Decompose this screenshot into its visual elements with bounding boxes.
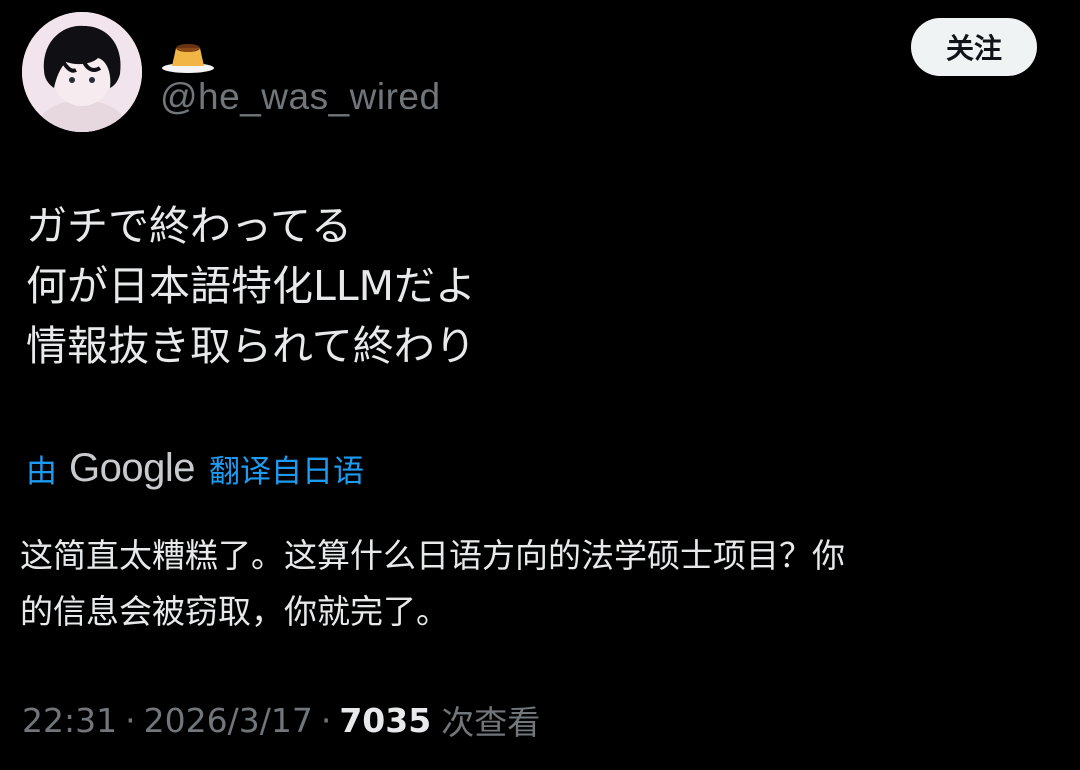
author-handle[interactable]: @he_was_wired — [160, 74, 441, 120]
translation-attribution: 由 Google 翻译自日语 — [26, 440, 364, 496]
tweet-date[interactable]: 2026/3/17 — [144, 701, 313, 740]
avatar-icon — [22, 12, 142, 132]
views-count: 7035 — [339, 700, 432, 740]
tweet-line: 何が日本語特化LLMだよ — [26, 262, 477, 310]
translated-line: 这简直太糟糕了。这算什么日语方向的法学硕士项目？你 — [20, 536, 845, 575]
meta-separator: · — [320, 700, 332, 740]
translated-text: 这简直太糟糕了。这算什么日语方向的法学硕士项目？你 的信息会被窃取，你就完了。 — [20, 528, 1030, 640]
views-label: 次查看 — [441, 703, 541, 742]
tweet-text: ガチで終わってる 何が日本語特化LLMだよ 情報抜き取られて終わり — [26, 196, 1046, 376]
google-logo: Google — [69, 445, 195, 490]
pudding-icon — [160, 34, 216, 74]
meta-separator: · — [125, 700, 136, 740]
tweet-time[interactable]: 22:31 — [22, 701, 117, 740]
tweet-line: 情報抜き取られて終わり — [26, 322, 476, 370]
translated-from-japanese-link[interactable]: 翻译自日语 — [209, 446, 364, 491]
tweet-meta: 22:31 · 2026/3/17 · 7035 次查看 — [22, 696, 540, 744]
follow-button[interactable]: 关注 — [911, 18, 1037, 76]
tweet-line: ガチで終わってる — [26, 202, 352, 250]
avatar[interactable] — [22, 12, 142, 132]
translated-line: 的信息会被窃取，你就完了。 — [20, 592, 449, 631]
translation-prefix: 由 — [26, 453, 57, 490]
